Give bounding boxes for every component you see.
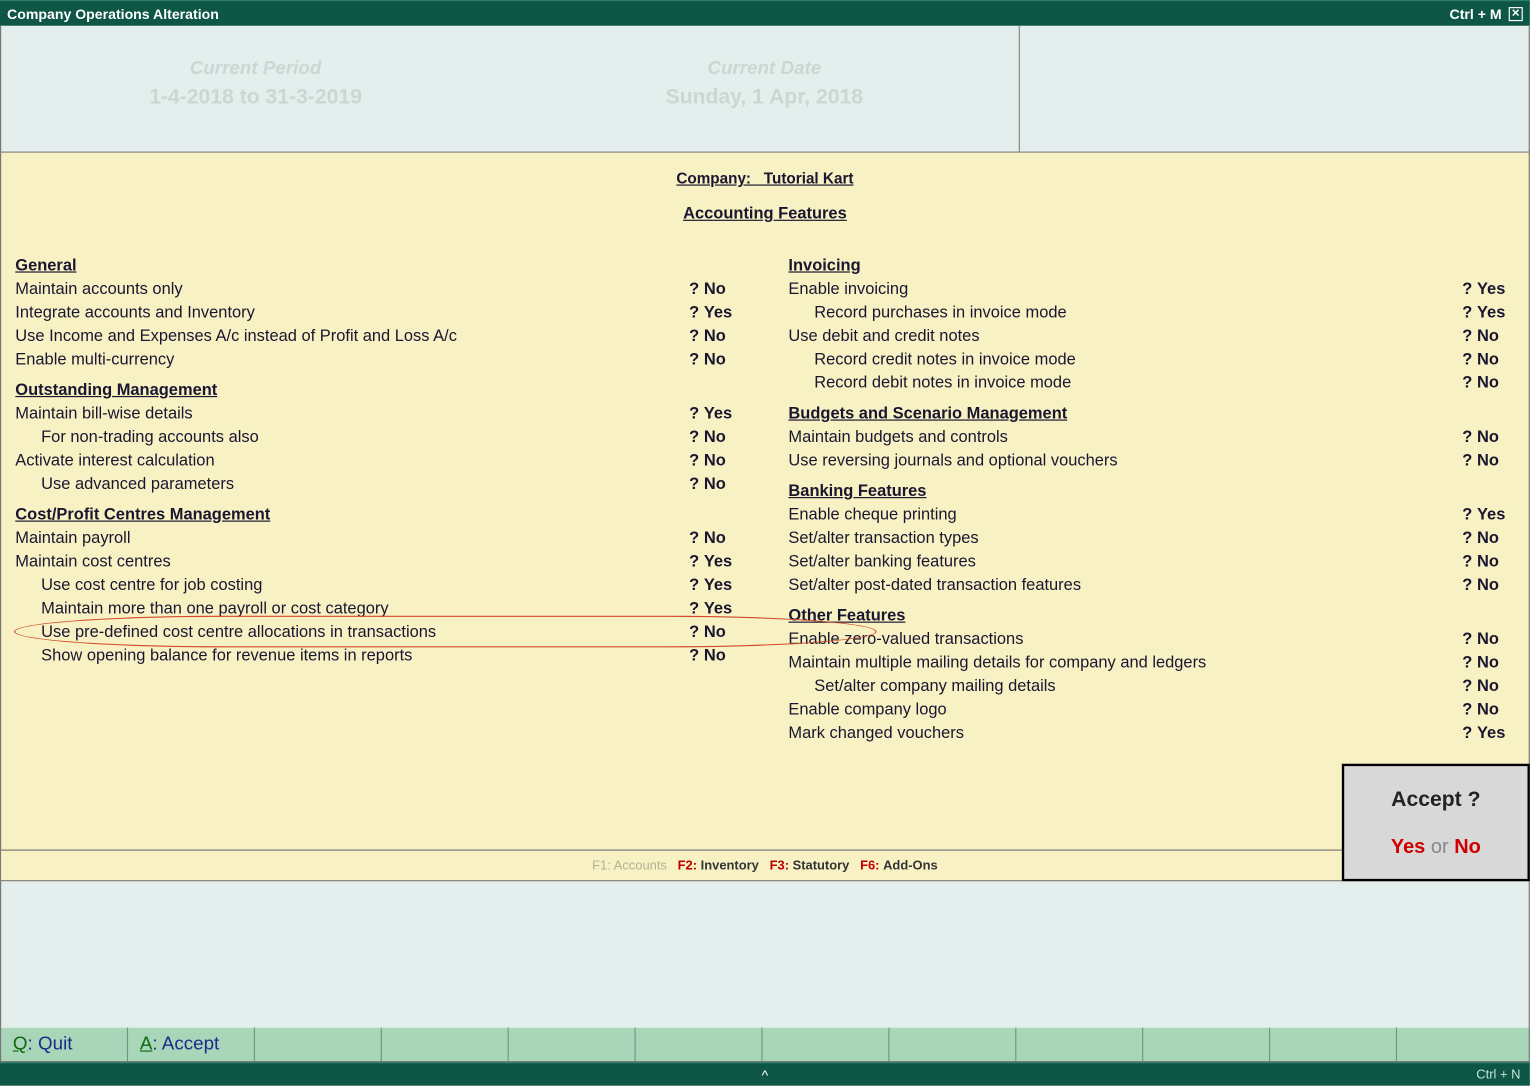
opt-maintain-budgets[interactable]: Maintain budgets and controls?No (788, 424, 1514, 448)
info-panel: Current Period 1-4-2018 to 31-3-2019 Cur… (0, 26, 1530, 153)
accept-yes[interactable]: Yes (1391, 835, 1425, 857)
opt-mark-changed-vouchers[interactable]: Mark changed vouchers?Yes (788, 720, 1514, 744)
title-shortcut: Ctrl + M (1450, 5, 1502, 21)
title-bar: Company Operations Alteration Ctrl + M ✕ (0, 0, 1530, 26)
window-title: Company Operations Alteration (7, 5, 219, 21)
left-column: General Maintain accounts only?No Integr… (15, 246, 741, 744)
company-label: Company: (676, 169, 751, 187)
opt-enable-cheque-printing[interactable]: Enable cheque printing?Yes (788, 502, 1514, 526)
bottom-slot-3[interactable] (255, 1027, 382, 1061)
current-period-label: Current Period (1, 59, 510, 80)
opt-maintain-billwise[interactable]: Maintain bill-wise details?Yes (15, 401, 741, 425)
f2-inventory[interactable]: Inventory (701, 859, 759, 873)
opt-set-alter-transaction-types[interactable]: Set/alter transaction types?No (788, 525, 1514, 549)
opt-record-purchases-invoice[interactable]: Record purchases in invoice mode?Yes (788, 300, 1514, 324)
opt-enable-zero-valued[interactable]: Enable zero-valued transactions?No (788, 626, 1514, 650)
opt-enable-company-logo[interactable]: Enable company logo?No (788, 697, 1514, 721)
opt-set-alter-postdated[interactable]: Set/alter post-dated transaction feature… (788, 572, 1514, 596)
f3-statutory[interactable]: Statutory (793, 859, 850, 873)
section-other: Other Features (788, 605, 1514, 624)
accept-dialog: Accept ? Yes or No (1342, 764, 1530, 882)
current-date-label: Current Date (510, 59, 1019, 80)
accept-no[interactable]: No (1454, 835, 1481, 857)
bottom-slot-5[interactable] (509, 1027, 636, 1061)
current-date-value: Sunday, 1 Apr, 2018 (510, 85, 1019, 110)
opt-record-debit-notes-invoice[interactable]: Record debit notes in invoice mode?No (788, 370, 1514, 393)
bottom-slot-9[interactable] (1016, 1027, 1143, 1061)
opt-set-alter-mailing-details[interactable]: Set/alter company mailing details?No (788, 673, 1514, 697)
opt-maintain-accounts-only[interactable]: Maintain accounts only?No (15, 276, 741, 300)
status-shortcut: Ctrl + N (1476, 1067, 1520, 1081)
section-general: General (15, 255, 741, 274)
bottom-slot-4[interactable] (382, 1027, 509, 1061)
section-banking: Banking Features (788, 481, 1514, 500)
opt-integrate-accounts-inventory[interactable]: Integrate accounts and Inventory?Yes (15, 300, 741, 324)
section-invoicing: Invoicing (788, 255, 1514, 274)
opt-cost-centre-job-costing[interactable]: Use cost centre for job costing?Yes (15, 572, 741, 596)
opt-advanced-parameters[interactable]: Use advanced parameters?No (15, 471, 741, 495)
opt-activate-interest[interactable]: Activate interest calculation?No (15, 448, 741, 472)
opt-multiple-mailing-details[interactable]: Maintain multiple mailing details for co… (788, 650, 1514, 674)
right-column: Invoicing Enable invoicing?Yes Record pu… (788, 246, 1514, 744)
company-name: Tutorial Kart (764, 169, 854, 187)
section-cost-centres: Cost/Profit Centres Management (15, 504, 741, 523)
bottom-slot-6[interactable] (636, 1027, 763, 1061)
bottom-slot-10[interactable] (1143, 1027, 1270, 1061)
opt-use-debit-credit-notes[interactable]: Use debit and credit notes?No (788, 323, 1514, 347)
bottom-slot-7[interactable] (763, 1027, 890, 1061)
f3-key[interactable]: F3: (770, 859, 789, 873)
fkey-bar: F1: Accounts F2: Inventory F3: Statutory… (1, 850, 1528, 881)
opt-record-credit-notes-invoice[interactable]: Record credit notes in invoice mode?No (788, 347, 1514, 371)
opt-enable-invoicing[interactable]: Enable invoicing?Yes (788, 276, 1514, 300)
bottom-slot-11[interactable] (1270, 1027, 1397, 1061)
page-title: Accounting Features (15, 203, 1514, 222)
bottom-slot-8[interactable] (889, 1027, 1016, 1061)
opt-multiple-payroll-category[interactable]: Maintain more than one payroll or cost c… (15, 596, 741, 620)
f1-accounts: F1: Accounts (592, 859, 667, 873)
current-period-value: 1-4-2018 to 31-3-2019 (1, 85, 510, 110)
accept-question: Accept ? (1344, 787, 1527, 812)
f6-key[interactable]: F6: (860, 859, 879, 873)
opt-income-expenses-instead-pl[interactable]: Use Income and Expenses A/c instead of P… (15, 323, 741, 347)
f6-addons[interactable]: Add-Ons (883, 859, 938, 873)
gap-area (0, 881, 1530, 1027)
section-budgets: Budgets and Scenario Management (788, 403, 1514, 422)
accept-or: or (1431, 835, 1449, 857)
section-outstanding: Outstanding Management (15, 380, 741, 399)
opt-non-trading-accounts[interactable]: For non-trading accounts also?No (15, 424, 741, 448)
opt-maintain-cost-centres[interactable]: Maintain cost centres?Yes (15, 549, 741, 573)
status-bar: ^ Ctrl + N (0, 1062, 1530, 1086)
opt-predefined-cost-allocations[interactable]: Use pre-defined cost centre allocations … (15, 619, 741, 643)
close-icon[interactable]: ✕ (1509, 6, 1523, 20)
opt-maintain-payroll[interactable]: Maintain payroll?No (15, 525, 741, 549)
main-content: Company: Tutorial Kart Accounting Featur… (0, 153, 1530, 881)
accept-button[interactable]: A: Accept (128, 1027, 255, 1061)
f2-key[interactable]: F2: (678, 859, 697, 873)
opt-reversing-journals[interactable]: Use reversing journals and optional vouc… (788, 448, 1514, 472)
bottom-bar: Q: Quit A: Accept (0, 1027, 1530, 1062)
opt-show-opening-balance-revenue[interactable]: Show opening balance for revenue items i… (15, 643, 741, 667)
opt-set-alter-banking-features[interactable]: Set/alter banking features?No (788, 549, 1514, 573)
opt-enable-multi-currency[interactable]: Enable multi-currency?No (15, 347, 741, 371)
caret-up-icon: ^ (762, 1066, 769, 1082)
quit-button[interactable]: Q: Quit (1, 1027, 128, 1061)
